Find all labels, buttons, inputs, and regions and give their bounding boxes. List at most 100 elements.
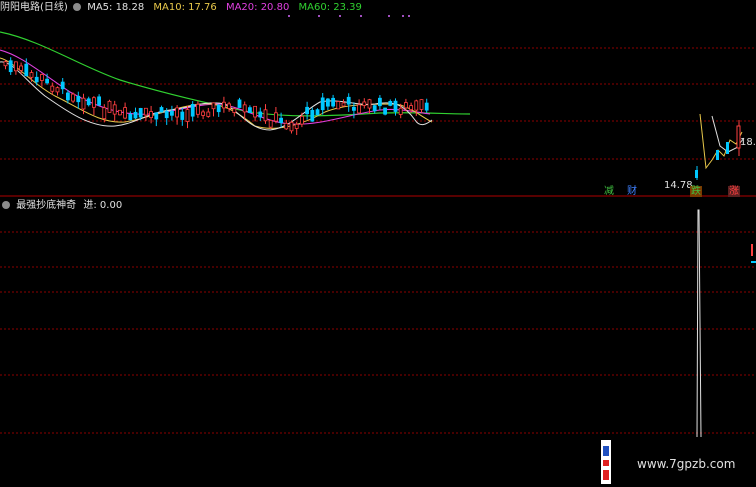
candle-body: [409, 105, 414, 110]
candle-body: [341, 102, 346, 107]
candle-body: [118, 109, 122, 116]
candle-body: [268, 120, 273, 128]
candle-body: [76, 95, 81, 103]
candle-body: [112, 104, 117, 115]
indicator-spike: [696, 209, 702, 438]
candle-body: [149, 111, 154, 118]
candle-body: [24, 63, 29, 77]
indicator-value: 进: 0.00: [83, 200, 123, 211]
candle-body: [388, 101, 393, 106]
candle-body: [247, 107, 252, 114]
candle-body: [13, 61, 18, 72]
candle-body: [351, 106, 356, 111]
candle-body: [169, 110, 174, 116]
candle-body: [315, 109, 320, 116]
candle-body: [123, 107, 127, 119]
right-price-label: 18.9: [740, 137, 756, 148]
candle-body: [180, 111, 185, 120]
low-price-label: 14.78: [664, 180, 693, 191]
candle-body: [294, 123, 299, 129]
candle-body: [357, 104, 362, 114]
top-tick-mark: [288, 15, 290, 17]
right-ma10-segment: [699, 113, 743, 170]
indicator-name: 最强抄底神奇: [16, 200, 77, 211]
signal-cai: 财: [627, 186, 637, 197]
signal-zhang: 涨: [728, 186, 740, 197]
candle-body: [253, 105, 258, 118]
candle-body: [81, 97, 86, 110]
candle-body: [346, 96, 351, 105]
candle-body: [232, 108, 237, 113]
candle-body: [34, 76, 39, 83]
candle-body: [336, 101, 341, 110]
candle-body: [424, 102, 429, 111]
candle-body: [258, 111, 263, 118]
candle-body: [372, 105, 377, 112]
candle-body: [55, 87, 60, 93]
candle-body: [71, 93, 75, 102]
ma5-line: [0, 61, 433, 131]
top-tick-mark: [360, 15, 362, 17]
indicator-panel-header: 最强抄底神奇 进: 0.00: [0, 199, 122, 212]
kline-chart[interactable]: [0, 0, 756, 487]
ma60-line: [0, 31, 471, 117]
candle-body: [377, 97, 382, 107]
candle-body: [206, 111, 211, 117]
candle-body: [310, 109, 315, 122]
top-tick-mark: [318, 15, 320, 17]
candle-body: [726, 142, 729, 154]
candle-body: [362, 101, 367, 106]
top-tick-mark: [402, 15, 404, 17]
candle-body: [159, 107, 164, 113]
candle-body: [154, 112, 159, 120]
candle-body: [211, 102, 216, 110]
candle-body: [50, 85, 55, 92]
candle-body: [107, 100, 112, 113]
candle-body: [86, 98, 91, 106]
settings-circle-icon[interactable]: [73, 3, 81, 11]
candle-body: [195, 103, 200, 115]
candle-body: [289, 121, 294, 132]
top-tick-mark: [408, 15, 410, 17]
watermark-logo: [601, 440, 611, 484]
ma10-line: [0, 57, 433, 129]
candle-body: [320, 97, 325, 111]
ma5-label: MA5: 18.28: [87, 2, 145, 13]
candle-body: [273, 112, 278, 122]
candle-body: [216, 104, 221, 113]
candle-body: [398, 107, 403, 115]
candle-body: [19, 65, 24, 71]
candle-body: [185, 109, 190, 122]
candle-body: [66, 92, 70, 101]
candle-body: [175, 107, 180, 118]
indicator-settings-icon[interactable]: [2, 201, 10, 209]
candle-body: [263, 109, 268, 122]
candle-body: [45, 78, 49, 84]
watermark-text: www.7gpzb.com: [637, 457, 736, 471]
candle-body: [393, 100, 398, 112]
candle-body: [8, 60, 13, 73]
candle-body: [305, 106, 310, 115]
candle-body: [133, 111, 138, 119]
candle-body: [716, 150, 719, 160]
candle-body: [383, 107, 388, 115]
candle-body: [164, 110, 169, 119]
candle-body: [190, 104, 195, 117]
candle-body: [227, 103, 232, 109]
candle-body: [695, 170, 698, 178]
top-tick-mark: [388, 15, 390, 17]
candle-body: [237, 99, 242, 108]
candle-body: [299, 115, 304, 125]
candle-body: [242, 104, 247, 113]
candle-body: [279, 117, 284, 124]
candle-body: [60, 81, 65, 90]
candle-body: [221, 101, 226, 109]
candle-body: [419, 99, 424, 110]
candle-body: [102, 107, 107, 119]
candle-body: [29, 72, 34, 78]
candle-body: [331, 97, 336, 107]
ma20-label: MA20: 20.80: [225, 2, 290, 13]
ma60-label: MA60: 23.39: [298, 2, 362, 13]
candle-body: [414, 100, 419, 111]
candle-body: [128, 113, 133, 121]
